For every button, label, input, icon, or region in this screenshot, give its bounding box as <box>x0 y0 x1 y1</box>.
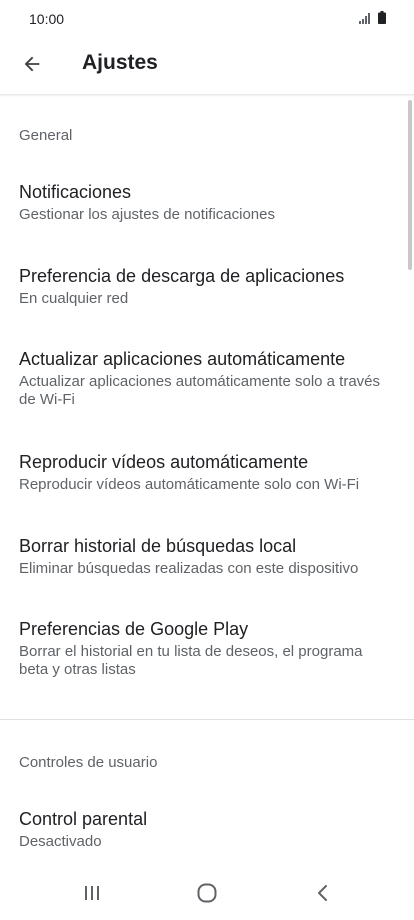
setting-actualizar-aplicaciones[interactable]: Actualizar aplicaciones automáticamente … <box>0 348 405 409</box>
section-header-general: General <box>19 127 73 144</box>
setting-title: Borrar historial de búsquedas local <box>19 536 297 556</box>
setting-notificaciones[interactable]: Notificaciones Gestionar los ajustes de … <box>0 181 405 224</box>
back-chevron-icon <box>318 885 327 901</box>
recents-icon <box>85 886 99 900</box>
arrow-back-icon <box>24 56 40 72</box>
system-back-button[interactable] <box>298 876 348 910</box>
setting-summary: Desactivado <box>19 833 102 850</box>
setting-summary: Reproducir vídeos automáticamente solo c… <box>19 476 360 493</box>
recents-button[interactable] <box>67 876 117 910</box>
setting-title: Preferencia de descarga de aplicaciones <box>19 266 345 286</box>
setting-title: Actualizar aplicaciones automáticamente <box>19 349 346 369</box>
section-divider <box>0 719 414 720</box>
signal-icon <box>359 13 370 24</box>
status-time: 10:00 <box>29 11 65 27</box>
app-bar: Ajustes <box>0 38 414 94</box>
setting-summary: En cualquier red <box>19 290 129 307</box>
setting-preferencias-google-play[interactable]: Preferencias de Google Play Borrar el hi… <box>0 618 405 679</box>
home-icon <box>197 883 217 903</box>
setting-borrar-historial[interactable]: Borrar historial de búsquedas local Elim… <box>0 535 405 578</box>
setting-summary: Eliminar búsquedas realizadas con este d… <box>19 560 359 577</box>
setting-reproducir-videos[interactable]: Reproducir vídeos automáticamente Reprod… <box>0 451 405 494</box>
setting-title: Reproducir vídeos automáticamente <box>19 452 309 472</box>
setting-control-parental[interactable]: Control parental Desactivado <box>0 808 405 851</box>
setting-summary: Gestionar los ajustes de notificaciones <box>19 206 275 223</box>
setting-title: Preferencias de Google Play <box>19 619 249 639</box>
battery-icon <box>378 11 386 24</box>
app-bar-shadow <box>0 94 414 97</box>
setting-preferencia-descarga[interactable]: Preferencia de descarga de aplicaciones … <box>0 265 405 308</box>
setting-summary: Borrar el historial en tu lista de deseo… <box>19 643 363 678</box>
home-button[interactable] <box>182 876 232 910</box>
setting-title: Control parental <box>19 809 148 829</box>
scrollbar[interactable] <box>408 100 412 270</box>
setting-title: Notificaciones <box>19 182 132 202</box>
page-title: Ajustes <box>82 51 158 74</box>
status-bar: 10:00 <box>0 0 414 38</box>
system-nav-bar <box>0 866 414 920</box>
back-button[interactable] <box>12 44 52 84</box>
setting-summary: Actualizar aplicaciones automáticamente … <box>19 373 381 408</box>
section-header-controles-usuario: Controles de usuario <box>19 754 158 771</box>
